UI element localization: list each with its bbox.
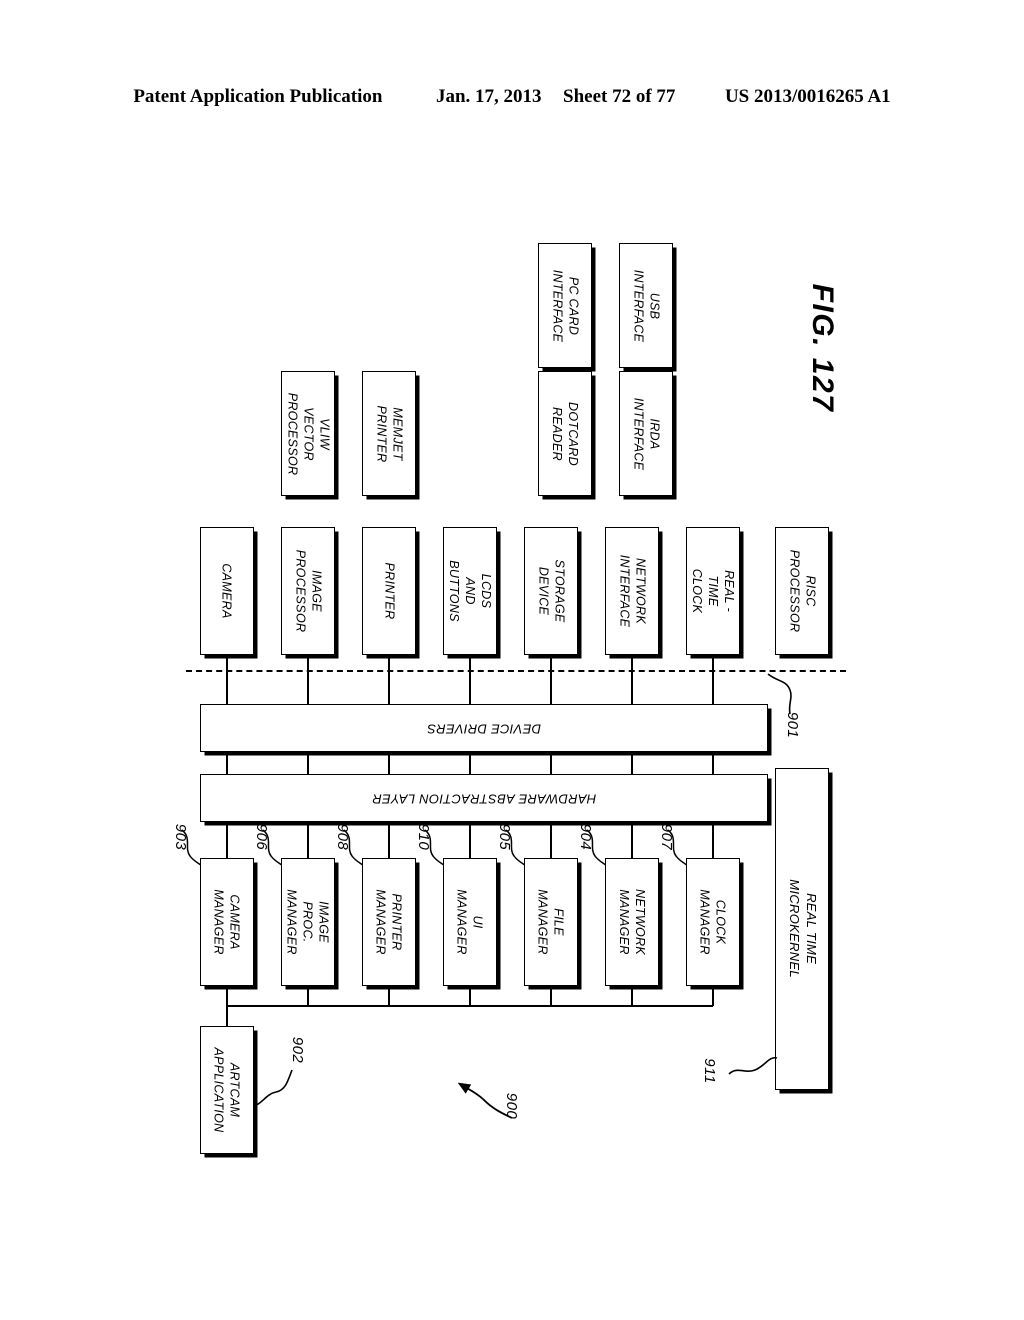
device-box-storage-device: STORAGE DEVICE [524, 527, 578, 655]
manager-box-file-manager: FILE MANAGER [524, 858, 578, 986]
connector-manager-bus-3 [388, 986, 390, 1006]
connector-dd-hal-5 [550, 752, 552, 774]
connector-dd-hal-3 [388, 752, 390, 774]
peripheral-label: VLIW VECTOR PROCESSOR [285, 392, 332, 475]
connector-device-printer [388, 655, 390, 704]
microkernel-box-real-time-microkernel: REAL TIME MICROKERNEL [775, 768, 829, 1090]
microkernel-label: REAL TIME MICROKERNEL [787, 879, 819, 979]
connector-manager-bus-4 [469, 986, 471, 1006]
peripheral-box-pc-card-interface: PC CARD INTERFACE [538, 243, 592, 368]
peripheral-box-vliw-vector-processor: VLIW VECTOR PROCESSOR [281, 371, 335, 496]
figure-caption: FIG. 127 [806, 283, 839, 413]
connector-manager-bus-7 [712, 986, 714, 1006]
manager-box-printer-manager: PRINTER MANAGER [362, 858, 416, 986]
ref-number-900: 900 [503, 1092, 520, 1120]
connector-dd-hal-1 [226, 752, 228, 774]
connector-manager-bus-1 [226, 986, 228, 1006]
connector-device-real-time-clock [712, 655, 714, 704]
device-label: STORAGE DEVICE [536, 559, 566, 623]
manager-label: CAMERA MANAGER [212, 889, 242, 955]
peripheral-label: MEMJET PRINTER [374, 405, 404, 462]
connector-device-network-interface [631, 655, 633, 704]
connector-hal-manager-3 [388, 822, 390, 858]
peripheral-label: DOTCARD READER [550, 401, 580, 466]
application-box-artcam-application: ARTCAM APPLICATION [200, 1026, 254, 1154]
device-box-network-interface: NETWORK INTERFACE [605, 527, 659, 655]
connector-dd-hal-7 [712, 752, 714, 774]
peripheral-label: USB INTERFACE [631, 269, 661, 342]
connector-device-image-processor [307, 655, 309, 704]
figure-diagram: FIG. 127 PC CARD INTERFACE USB INTERFACE… [0, 0, 1024, 1320]
connector-device-camera [226, 655, 228, 704]
connector-dd-hal-4 [469, 752, 471, 774]
connector-dd-hal-2 [307, 752, 309, 774]
device-label: RISC PROCESSOR [787, 549, 818, 633]
connector-hal-manager-6 [631, 822, 633, 858]
ref-number-903: 903 [172, 823, 189, 851]
device-box-lcds-and-buttons: LCDS AND BUTTONS [443, 527, 497, 655]
manager-box-clock-manager: CLOCK MANAGER [686, 858, 740, 986]
device-label: CAMERA [220, 563, 234, 619]
connector-manager-bus-6 [631, 986, 633, 1006]
ref-number-904: 904 [577, 823, 594, 851]
device-box-risc-processor: RISC PROCESSOR [775, 527, 829, 655]
manager-label: PRINTER MANAGER [374, 889, 404, 955]
ref-number-901: 901 [784, 711, 801, 739]
connector-device-storage-device [550, 655, 552, 704]
peripheral-box-memjet-printer: MEMJET PRINTER [362, 371, 416, 496]
manager-label: CLOCK MANAGER [698, 889, 728, 955]
peripheral-box-irda-interface: IRDA INTERFACE [619, 371, 673, 496]
device-box-image-processor: IMAGE PROCESSOR [281, 527, 335, 655]
device-label: PRINTER [382, 562, 396, 620]
manager-box-network-manager: NETWORK MANAGER [605, 858, 659, 986]
device-label: REAL -TIME CLOCK [690, 568, 736, 614]
manager-label: NETWORK MANAGER [617, 889, 647, 955]
layer-bar-hardware-abstraction-layer: HARDWARE ABSTRACTION LAYER [200, 774, 768, 822]
ref-number-905: 905 [496, 823, 513, 851]
connector-device-lcds-and-buttons [469, 655, 471, 704]
ref-number-908: 908 [334, 823, 351, 851]
device-box-camera: CAMERA [200, 527, 254, 655]
leader-902 [253, 1069, 293, 1107]
manager-box-ui-manager: UI MANAGER [443, 858, 497, 986]
peripheral-box-usb-interface: USB INTERFACE [619, 243, 673, 368]
ref-number-906: 906 [253, 823, 270, 851]
connector-hal-manager-4 [469, 822, 471, 858]
application-bus-line [226, 1005, 713, 1007]
layer-bar-device-drivers: DEVICE DRIVERS [200, 704, 768, 752]
connector-hal-manager-2 [307, 822, 309, 858]
ref-number-911: 911 [701, 1058, 718, 1084]
connector-hal-manager-1 [226, 822, 228, 858]
layer-label: DEVICE DRIVERS [426, 721, 541, 737]
connector-dd-hal-6 [631, 752, 633, 774]
connector-manager-bus-2 [307, 986, 309, 1006]
layer-label: HARDWARE ABSTRACTION LAYER [371, 791, 597, 807]
manager-label: UI MANAGER [455, 889, 485, 955]
leader-911 [728, 1056, 778, 1075]
ref-number-910: 910 [415, 823, 432, 851]
ref-number-902: 902 [289, 1036, 306, 1064]
device-box-real-time-clock: REAL -TIME CLOCK [686, 527, 740, 655]
device-label: IMAGE PROCESSOR [293, 549, 324, 633]
peripheral-label: IRDA INTERFACE [631, 397, 661, 470]
manager-label: FILE MANAGER [536, 889, 566, 955]
manager-label: IMAGE PROC. MANAGER [285, 889, 331, 955]
application-label: ARTCAM APPLICATION [212, 1047, 243, 1133]
device-label: NETWORK INTERFACE [617, 554, 647, 628]
peripheral-box-dotcard-reader: DOTCARD READER [538, 371, 592, 496]
connector-manager-bus-5 [550, 986, 552, 1006]
connector-hal-manager-5 [550, 822, 552, 858]
device-box-printer: PRINTER [362, 527, 416, 655]
device-label: LCDS AND BUTTONS [447, 560, 494, 622]
hardware-software-boundary [186, 670, 846, 672]
ref-number-907: 907 [658, 823, 675, 851]
manager-box-image-proc-manager: IMAGE PROC. MANAGER [281, 858, 335, 986]
manager-box-camera-manager: CAMERA MANAGER [200, 858, 254, 986]
peripheral-label: PC CARD INTERFACE [550, 269, 580, 342]
connector-hal-manager-7 [712, 822, 714, 858]
